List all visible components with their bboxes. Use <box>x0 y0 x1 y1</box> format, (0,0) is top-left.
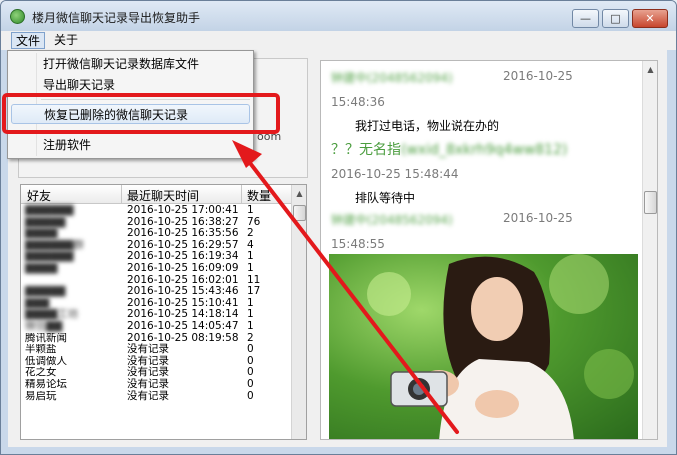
table-row[interactable]: 易启玩 没有记录 0 <box>21 389 291 403</box>
message-count: 1 <box>247 261 254 274</box>
friend-name: 微信██ <box>25 320 63 332</box>
friend-name: ██████ <box>25 205 74 216</box>
last-chat-time: 没有记录 <box>127 377 169 390</box>
message-timestamp-time: 15:48:36 <box>331 95 385 109</box>
message-count: 0 <box>247 343 254 356</box>
friend-name: 精易论坛 <box>25 378 67 390</box>
friend-list-scrollbar[interactable]: ▲ <box>291 185 306 439</box>
table-row[interactable]: 微信██ 2016-10-25 14:05:47 1 <box>21 319 291 333</box>
friend-name: 半颗盐 <box>25 344 57 356</box>
menu-item-open-database[interactable]: 打开微信聊天记录数据库文件 <box>11 54 250 74</box>
menu-file[interactable]: 文件 <box>11 32 46 49</box>
message-sender: 钟建中(2048562094) <box>331 213 453 227</box>
friend-name: ██████ <box>25 251 74 263</box>
friend-name: 易启玩 <box>25 390 57 402</box>
friend-name: █████ <box>25 216 66 228</box>
title-bar[interactable]: 楼月微信聊天记录导出恢复助手 — □ ✕ <box>1 1 676 31</box>
chat-panel[interactable]: 钟建中(2048562094) 2016-10-25 15:48:36 我打过电… <box>320 60 658 440</box>
message-timestamp: 2016-10-25 15:48:44 <box>331 167 459 181</box>
message-sender: ？？无名指(wxid_8xkrh9q4ww812) <box>331 139 567 159</box>
message-count: 1 <box>247 204 254 216</box>
window-title: 楼月微信聊天记录导出恢复助手 <box>32 11 201 25</box>
friend-rows: ██████ 2016-10-25 17:00:41 1 █████ 2016-10-2… <box>21 204 291 403</box>
friend-name: 低调做人 <box>25 355 67 367</box>
message-timestamp: 2016-10-25 <box>503 69 573 83</box>
table-row[interactable]: 半颗盐 没有记录 0 <box>21 344 291 356</box>
scroll-thumb[interactable] <box>644 191 657 214</box>
col-divider[interactable] <box>241 185 242 204</box>
last-chat-time: 2016-10-25 16:09:09 <box>127 261 239 274</box>
last-chat-time: 没有记录 <box>127 343 169 356</box>
message-timestamp-time: 15:48:55 <box>331 237 385 251</box>
menu-item-register[interactable]: 注册软件 <box>11 135 250 155</box>
friend-list[interactable]: 好友 最近聊天时间 数量 ██████ 2016-10-25 17:00:41 1 █… <box>20 184 307 440</box>
last-chat-time: 2016-10-25 17:00:41 <box>127 204 239 216</box>
friend-name: ████ <box>25 262 58 274</box>
col-header-last-chat-time[interactable]: 最近聊天时间 <box>127 187 199 204</box>
menu-item-export-chat[interactable]: 导出聊天记录 <box>11 75 250 95</box>
menu-bar: 文件 关于 <box>1 31 676 50</box>
table-row[interactable]: 精易论坛 没有记录 0 <box>21 377 291 391</box>
last-chat-time: 没有记录 <box>127 389 169 402</box>
col-header-friend[interactable]: 好友 <box>27 187 51 204</box>
sender-wxid: (wxid_8xkrh9q4ww812) <box>401 142 568 158</box>
close-button[interactable]: ✕ <box>632 9 668 28</box>
message-sender: 钟建中(2048562094) <box>331 71 453 85</box>
app-logo-icon <box>10 9 25 24</box>
menu-item-recover-deleted[interactable]: 恢复已删除的微信聊天记录 <box>11 104 250 124</box>
account-info-text: oom <box>257 130 282 143</box>
friend-name: ████ <box>25 228 58 240</box>
sender-display-name: ？？无名指 <box>331 142 401 158</box>
last-chat-time: 2016-10-25 14:05:47 <box>127 319 239 332</box>
scroll-thumb[interactable] <box>293 205 306 221</box>
scroll-up-icon[interactable]: ▲ <box>294 188 305 199</box>
friend-list-header: 好友 最近聊天时间 数量 <box>21 185 291 204</box>
message-text: 排队等待中 <box>355 191 416 205</box>
message-count: 0 <box>247 377 254 390</box>
file-menu-dropdown: 打开微信聊天记录数据库文件 导出聊天记录 恢复已删除的微信聊天记录 注册软件 <box>7 50 254 159</box>
friend-name: █████ <box>25 286 66 298</box>
table-row[interactable]: █████ 2016-10-25 15:43:46 17 <box>21 286 291 298</box>
table-row[interactable]: ██████ 2016-10-25 17:00:41 1 <box>21 204 291 217</box>
col-header-count[interactable]: 数量 <box>247 187 271 204</box>
message-count: 17 <box>247 285 261 298</box>
friend-name: ████工坊 <box>25 309 79 321</box>
friend-name: 腾讯新闻 <box>25 332 67 344</box>
menu-separator <box>41 130 250 131</box>
chat-scrollbar[interactable]: ▲ <box>642 61 657 439</box>
scroll-up-icon[interactable]: ▲ <box>645 64 656 75</box>
menu-separator <box>41 99 250 100</box>
menu-about[interactable]: 关于 <box>50 32 82 49</box>
maximize-button[interactable]: □ <box>602 9 629 28</box>
friend-name: ███ <box>25 297 50 309</box>
message-count: 0 <box>247 389 254 402</box>
message-text: 我打过电话，物业说在办的 <box>355 119 500 133</box>
col-divider[interactable] <box>121 185 122 204</box>
minimize-button[interactable]: — <box>572 9 599 28</box>
photo-of-woman-with-camera-icon <box>367 254 634 439</box>
message-timestamp: 2016-10-25 <box>503 211 573 225</box>
friend-name: ██████群 <box>25 239 84 251</box>
chat-image[interactable] <box>329 254 638 439</box>
message-count: 1 <box>247 319 254 332</box>
table-row[interactable]: ████ 2016-10-25 16:09:09 1 <box>21 261 291 275</box>
sender-name-visible: ？？无名指(wxid_8xkrh9q4ww812) <box>331 142 567 158</box>
friend-name: 花之女 <box>25 367 57 379</box>
last-chat-time: 2016-10-25 15:43:46 <box>127 285 239 298</box>
